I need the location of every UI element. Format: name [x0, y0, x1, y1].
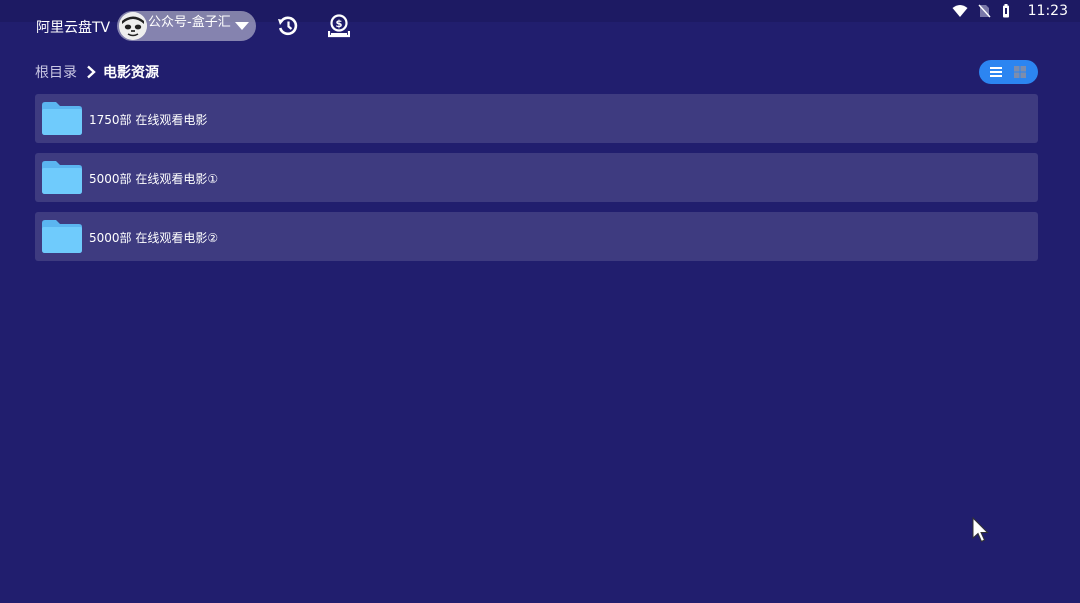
list-view-icon[interactable] — [988, 64, 1004, 80]
breadcrumb: 根目录 电影资源 — [35, 62, 159, 82]
transfer-icon[interactable]: $ — [328, 14, 350, 38]
app-title: 阿里云盘TV — [36, 20, 111, 36]
cursor-icon — [972, 517, 989, 543]
folder-name: 5000部 在线观看电影① — [89, 172, 219, 186]
breadcrumb-current: 电影资源 — [103, 65, 159, 81]
folder-list: 1750部 在线观看电影 5000部 在线观看电影① 5000部 在线观看电影② — [35, 94, 1038, 271]
avatar — [119, 12, 147, 40]
chevron-down-icon[interactable] — [232, 16, 252, 36]
battery-icon — [1002, 4, 1009, 18]
list-item[interactable]: 5000部 在线观看电影② — [35, 212, 1038, 261]
account-switcher[interactable]: 公众号-盒子汇 — [117, 11, 256, 41]
folder-icon — [42, 220, 82, 253]
account-name: 公众号-盒子汇 — [148, 15, 231, 30]
list-item[interactable]: 5000部 在线观看电影① — [35, 153, 1038, 202]
history-icon[interactable] — [277, 14, 299, 38]
chevron-right-icon — [87, 65, 96, 79]
wifi-icon — [952, 5, 968, 17]
folder-name: 5000部 在线观看电影② — [89, 231, 219, 245]
view-toggle[interactable] — [979, 60, 1038, 84]
folder-name: 1750部 在线观看电影 — [89, 113, 208, 127]
breadcrumb-root[interactable]: 根目录 — [35, 62, 77, 82]
list-item[interactable]: 1750部 在线观看电影 — [35, 94, 1038, 143]
grid-view-icon[interactable] — [1012, 64, 1028, 80]
no-sim-icon — [978, 4, 991, 18]
folder-icon — [42, 102, 82, 135]
svg-text:$: $ — [336, 19, 343, 30]
status-clock: 11:23 — [1027, 3, 1068, 19]
folder-icon — [42, 161, 82, 194]
